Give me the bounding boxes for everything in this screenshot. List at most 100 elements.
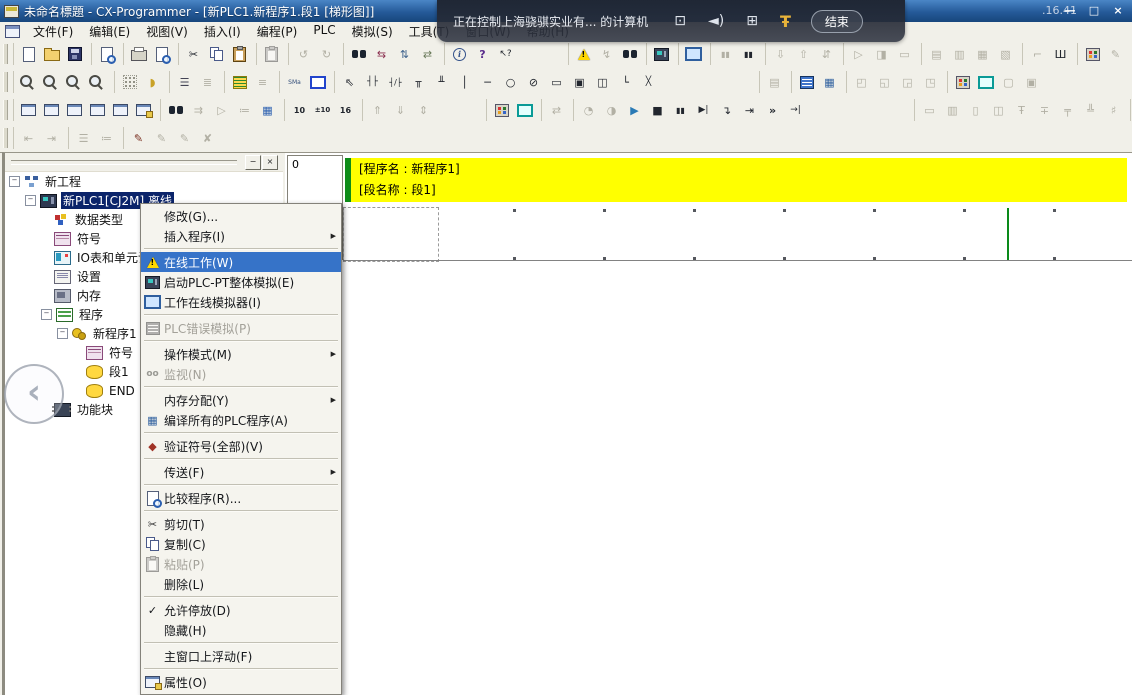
- context-menu-item-memory-allocation[interactable]: 内存分配(Y)▶: [141, 390, 341, 410]
- new-coil-icon[interactable]: ○: [499, 71, 522, 93]
- mnemonic-view-icon[interactable]: SMa: [283, 71, 306, 93]
- context-menu-item-copy[interactable]: 复制(C): [141, 534, 341, 554]
- context-menu-item-float-in-main-window[interactable]: 主窗口上浮动(F): [141, 646, 341, 666]
- mdi-child-icon[interactable]: [5, 25, 20, 38]
- new-or-closed-contact-icon[interactable]: ╨: [430, 71, 453, 93]
- tree-panel-header[interactable]: − ×: [5, 153, 283, 172]
- context-menu-item-cut[interactable]: ✂剪切(T): [141, 514, 341, 534]
- toolbar-grip[interactable]: [3, 72, 8, 92]
- context-menu-item-allow-docking[interactable]: ✓允许停放(D): [141, 600, 341, 620]
- audio-icon[interactable]: ◄): [708, 13, 724, 29]
- work-online-simulator-icon[interactable]: [618, 43, 641, 65]
- restore-button[interactable]: □: [1086, 2, 1102, 18]
- show-symbol-bar-icon[interactable]: ◗: [141, 71, 164, 93]
- memory-view-icon[interactable]: [974, 71, 997, 93]
- context-menu-item-insert-program[interactable]: 插入程序(I)▶: [141, 226, 341, 246]
- panel-close-button[interactable]: ×: [262, 155, 278, 170]
- menu-plc[interactable]: PLC: [305, 22, 343, 41]
- collapse-icon[interactable]: −: [57, 328, 68, 339]
- simulation-play-icon[interactable]: ▶: [623, 99, 646, 121]
- new-vertical-line-icon[interactable]: │: [453, 71, 476, 93]
- menu-insert[interactable]: 插入(I): [196, 22, 249, 41]
- watch-window-icon[interactable]: [951, 71, 974, 93]
- panel-dock-button[interactable]: −: [245, 155, 261, 170]
- context-menu-item-operating-mode[interactable]: 操作模式(M)▶: [141, 344, 341, 364]
- context-menu-item-hide[interactable]: 隐藏(H): [141, 620, 341, 640]
- new-closed-coil-icon[interactable]: ⊘: [522, 71, 545, 93]
- ladder-editor[interactable]: 0 [程序名 : 新程序1] [段名称 : 段1]: [285, 152, 1132, 695]
- new-function-block-icon[interactable]: ◫: [591, 71, 614, 93]
- annotation-tool-icon[interactable]: Ŧ: [780, 12, 791, 31]
- save-project-icon[interactable]: [63, 43, 86, 65]
- ladder-view-icon[interactable]: [228, 71, 251, 93]
- panel-drag-handle[interactable]: [11, 160, 237, 165]
- menu-view[interactable]: 视图(V): [138, 22, 196, 41]
- toolbar-grip[interactable]: [3, 128, 8, 148]
- line-delete-icon[interactable]: ╳: [637, 71, 660, 93]
- address-reference-icon[interactable]: [109, 99, 132, 121]
- monitor-decimal-icon[interactable]: 10: [288, 99, 311, 121]
- monitor-hex-icon[interactable]: 16: [334, 99, 357, 121]
- zoom-fit-icon[interactable]: [17, 71, 40, 93]
- context-menu-item-modify[interactable]: 修改(G)...: [141, 206, 341, 226]
- pt-integrated-simulation-icon[interactable]: [513, 99, 536, 121]
- help-icon[interactable]: ?: [471, 43, 494, 65]
- context-menu-item-delete[interactable]: 删除(L): [141, 574, 341, 594]
- find-in-project-icon[interactable]: ⇅: [393, 43, 416, 65]
- print-icon[interactable]: [127, 43, 150, 65]
- cross-reference-icon[interactable]: [86, 99, 109, 121]
- compare-programs-icon[interactable]: [95, 43, 118, 65]
- compile-program-icon[interactable]: [795, 71, 818, 93]
- find-icon[interactable]: [347, 43, 370, 65]
- cut-icon[interactable]: ✂: [182, 43, 205, 65]
- new-project-icon[interactable]: [17, 43, 40, 65]
- toolbar-grip[interactable]: [3, 100, 8, 120]
- menu-simulation[interactable]: 模拟(S): [344, 22, 401, 41]
- context-help-icon[interactable]: ↖?: [494, 43, 517, 65]
- new-horizontal-line-icon[interactable]: ─: [476, 71, 499, 93]
- new-contact-icon[interactable]: ┤├: [361, 71, 384, 93]
- force-set-icon[interactable]: [1081, 43, 1104, 65]
- collapse-icon[interactable]: −: [41, 309, 52, 320]
- selected-cell-cursor[interactable]: [343, 207, 439, 262]
- zoom-in-icon[interactable]: [63, 71, 86, 93]
- new-instruction-icon[interactable]: ▭: [545, 71, 568, 93]
- new-closed-instruction-icon[interactable]: ▣: [568, 71, 591, 93]
- paste-icon[interactable]: [228, 43, 251, 65]
- copy-icon[interactable]: [205, 43, 228, 65]
- new-closed-contact-icon[interactable]: ┤/├: [384, 71, 407, 93]
- end-session-button[interactable]: 结束: [811, 10, 863, 33]
- menu-edit[interactable]: 编辑(E): [81, 22, 138, 41]
- replace-icon[interactable]: ⇆: [370, 43, 393, 65]
- context-menu-item-work-online[interactable]: 在线工作(W): [141, 252, 341, 272]
- properties-window-icon[interactable]: [132, 99, 155, 121]
- about-icon[interactable]: [448, 43, 471, 65]
- edit-comment-icon[interactable]: ✎: [127, 127, 150, 149]
- step-run-icon[interactable]: ▶|: [692, 99, 715, 121]
- zoom-out-icon[interactable]: [86, 71, 109, 93]
- simulation-pause-icon[interactable]: ▮▮: [669, 99, 692, 121]
- tree-item-new-project[interactable]: −新工程: [5, 172, 283, 191]
- run-simulator-icon[interactable]: [490, 99, 513, 121]
- toolbar-grip[interactable]: [3, 44, 8, 64]
- work-online-icon[interactable]: [572, 43, 595, 65]
- collapse-icon[interactable]: −: [25, 195, 36, 206]
- step-out-icon[interactable]: ⇥: [738, 99, 761, 121]
- output-window-icon[interactable]: [40, 99, 63, 121]
- continuous-step-run-icon[interactable]: »: [761, 99, 784, 121]
- select-mode-icon[interactable]: ⇖: [338, 71, 361, 93]
- show-grid-icon[interactable]: [118, 71, 141, 93]
- watch-sheet-window-icon[interactable]: [63, 99, 86, 121]
- context-menu-item-compile-all-plc-programs[interactable]: ▦编译所有的PLC程序(A): [141, 410, 341, 430]
- io-comment-view-icon[interactable]: ▦: [256, 99, 279, 121]
- forced-status-icon[interactable]: Ш: [1049, 43, 1072, 65]
- pause-monitoring-icon[interactable]: ▮▮: [737, 43, 760, 65]
- workspace-window-icon[interactable]: [17, 99, 40, 121]
- print-preview-icon[interactable]: [150, 43, 173, 65]
- open-project-icon[interactable]: [40, 43, 63, 65]
- minimize-button[interactable]: —: [1062, 2, 1078, 18]
- menu-program[interactable]: 编程(P): [249, 22, 306, 41]
- compile-all-icon[interactable]: ▦: [818, 71, 841, 93]
- close-button[interactable]: ×: [1110, 2, 1126, 18]
- collapse-icon[interactable]: −: [9, 176, 20, 187]
